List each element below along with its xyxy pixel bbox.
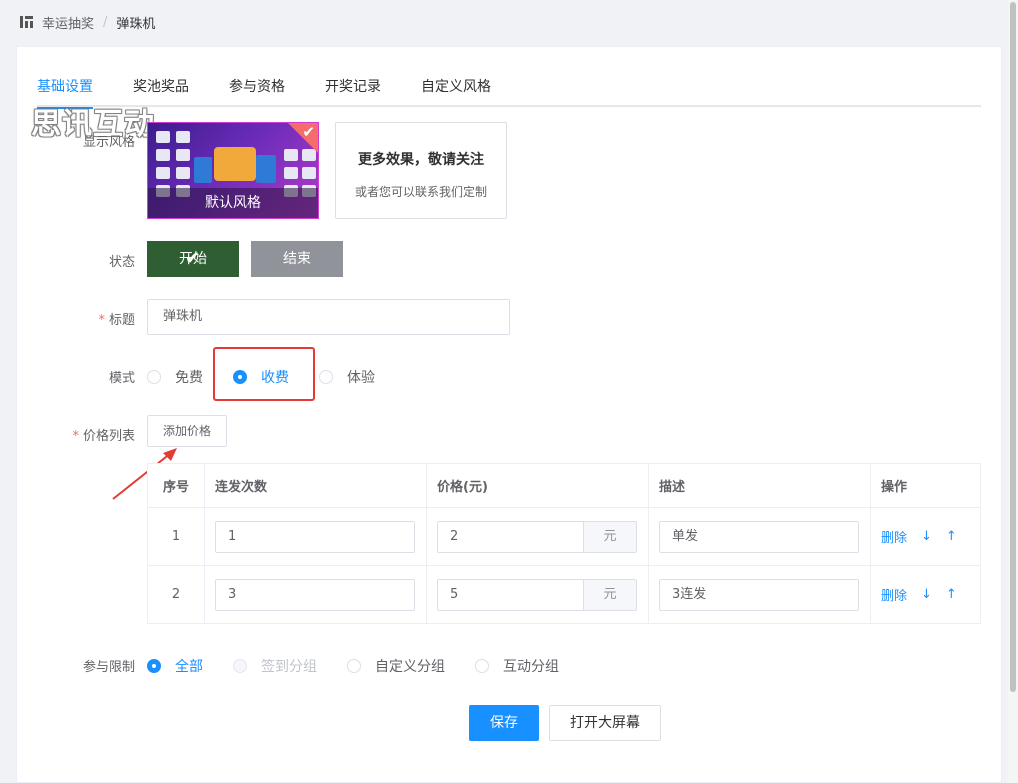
add-price-button[interactable]: 添加价格 (147, 415, 227, 447)
column-header-price: 价格(元) (426, 463, 649, 508)
column-header-index: 序号 (147, 463, 205, 508)
price-input[interactable]: 5 (437, 578, 583, 611)
count-input[interactable]: 1 (215, 520, 415, 553)
tab-custom-style[interactable]: 自定义风格 (421, 71, 491, 107)
participation-radio-custom-group[interactable]: 自定义分组 (347, 656, 445, 676)
status-start-button[interactable]: 开始 ✔ (147, 241, 239, 277)
description-input[interactable]: 3连发 (659, 578, 859, 611)
table-row: 2 3 5元 3连发 删除 ↓ ↑ (147, 565, 981, 624)
check-icon: ✔ (302, 123, 315, 141)
row-index: 2 (147, 565, 205, 624)
breadcrumb-separator: / (103, 14, 108, 30)
mode-label: 模式 (108, 371, 135, 386)
column-header-count: 连发次数 (204, 463, 427, 508)
more-styles-card: 更多效果，敬请关注 或者您可以联系我们定制 (335, 122, 507, 219)
description-input[interactable]: 单发 (659, 520, 859, 553)
save-button[interactable]: 保存 (469, 705, 539, 741)
radio-circle-icon (347, 659, 361, 673)
radio-circle-icon (233, 659, 247, 673)
participation-radio-interactive-group[interactable]: 互动分组 (475, 656, 559, 676)
scrollbar-thumb[interactable] (1010, 2, 1016, 692)
delete-link[interactable]: 删除 (881, 527, 907, 546)
status-end-button[interactable]: 结束 (251, 241, 343, 277)
participation-radio-all[interactable]: 全部 (147, 656, 203, 676)
page-scrollbar[interactable] (1008, 0, 1018, 783)
move-down-icon[interactable]: ↓ (921, 529, 932, 544)
count-input[interactable]: 3 (215, 578, 415, 611)
radio-circle-icon (147, 370, 161, 384)
move-up-icon[interactable]: ↑ (946, 529, 957, 544)
highlight-annotation-box (213, 347, 315, 401)
tab-bar: 基础设置 奖池奖品 参与资格 开奖记录 自定义风格 (37, 71, 981, 109)
price-unit: 元 (583, 578, 637, 611)
style-option-default[interactable]: 默认风格 ✔ (147, 122, 319, 219)
price-input[interactable]: 2 (437, 520, 583, 553)
move-down-icon[interactable]: ↓ (921, 587, 932, 602)
column-header-actions: 操作 (870, 463, 981, 508)
tab-draw-records[interactable]: 开奖记录 (325, 71, 381, 107)
table-header-row: 序号 连发次数 价格(元) 描述 操作 (147, 463, 981, 508)
price-list-label: * 价格列表 (72, 429, 135, 444)
check-icon: ✔ (185, 248, 201, 269)
price-unit: 元 (583, 520, 637, 553)
participation-radio-checkin-group: 签到分组 (233, 656, 317, 676)
breadcrumb-current: 弹珠机 (116, 16, 156, 32)
radio-circle-icon (319, 370, 333, 384)
tab-eligibility[interactable]: 参与资格 (229, 71, 285, 107)
settings-card: 基础设置 奖池奖品 参与资格 开奖记录 自定义风格 思讯互动 显示风格 默认风格… (16, 46, 1002, 783)
row-index: 1 (147, 507, 205, 566)
app-grid-icon (20, 15, 34, 29)
participation-label: 参与限制 (82, 660, 135, 675)
radio-checked-icon (147, 659, 161, 673)
breadcrumb: 幸运抽奖 / 弹珠机 (20, 12, 155, 32)
mode-radio-trial[interactable]: 体验 (319, 367, 375, 387)
price-table: 序号 连发次数 价格(元) 描述 操作 1 1 2元 单发 删除 ↓ ↑ 2 3… (147, 463, 981, 624)
delete-link[interactable]: 删除 (881, 585, 907, 604)
display-style-label: 显示风格 (82, 135, 135, 150)
table-row: 1 1 2元 单发 删除 ↓ ↑ (147, 507, 981, 566)
title-label: * 标题 (98, 313, 135, 328)
move-up-icon[interactable]: ↑ (946, 587, 957, 602)
open-big-screen-button[interactable]: 打开大屏幕 (549, 705, 661, 741)
column-header-description: 描述 (648, 463, 871, 508)
more-styles-title: 更多效果，敬请关注 (358, 152, 484, 168)
radio-circle-icon (475, 659, 489, 673)
breadcrumb-root[interactable]: 幸运抽奖 (42, 13, 94, 32)
mode-radio-free[interactable]: 免费 (147, 367, 203, 387)
more-styles-subtitle: 或者您可以联系我们定制 (354, 185, 487, 199)
status-label: 状态 (108, 255, 135, 270)
title-input[interactable]: 弹珠机 (147, 299, 510, 335)
style-option-caption: 默认风格 (148, 188, 318, 218)
